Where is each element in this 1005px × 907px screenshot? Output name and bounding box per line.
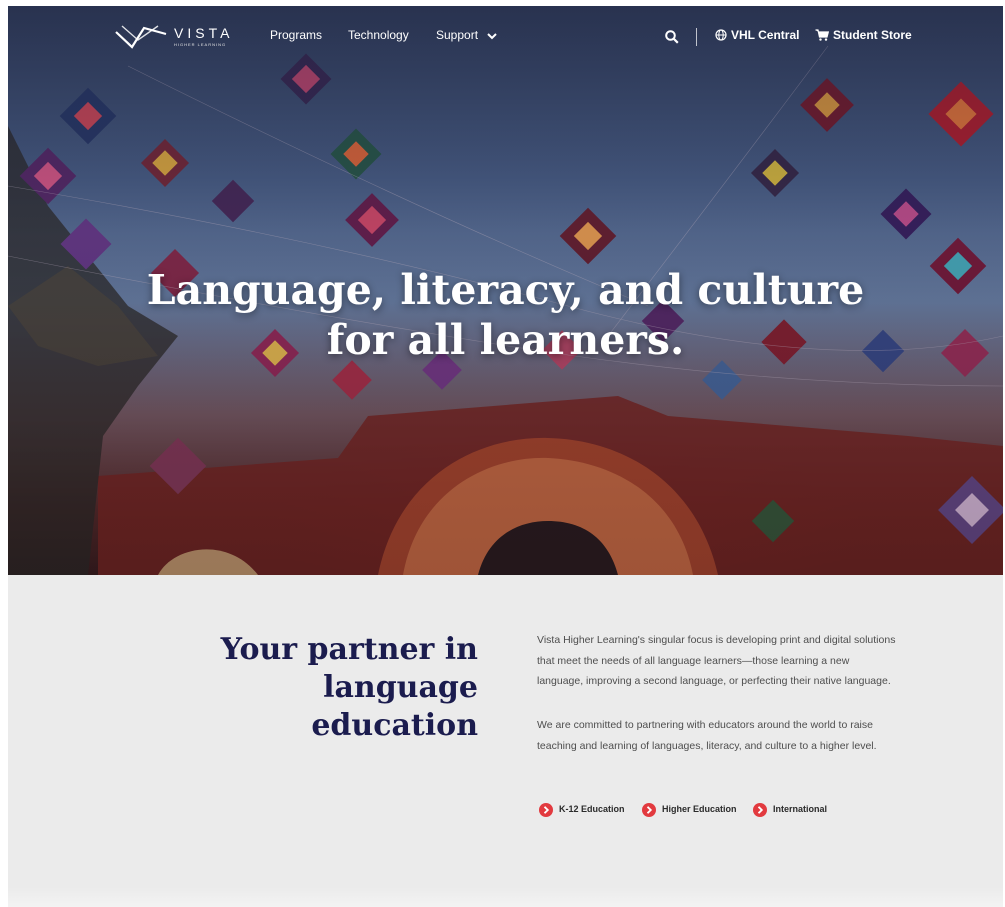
hero-title-line1: Language, literacy, and culture	[146, 266, 865, 315]
about-paragraph-2: We are committed to partnering with educ…	[537, 719, 877, 752]
student-store-label: Student Store	[833, 28, 912, 42]
about-paragraph-1: Vista Higher Learning's singular focus i…	[537, 634, 896, 687]
cart-icon	[815, 29, 830, 41]
globe-icon	[715, 29, 727, 41]
top-navbar: VISTA HIGHER LEARNING Programs Technolog…	[8, 6, 1003, 68]
nav-divider	[696, 28, 697, 46]
vhl-central-link[interactable]: VHL Central	[715, 28, 799, 42]
nav-programs[interactable]: Programs	[270, 28, 322, 42]
arrow-right-icon	[539, 803, 553, 817]
nav-support-label: Support	[436, 28, 479, 42]
international-label: International	[773, 804, 828, 814]
nav-support[interactable]: Support	[436, 28, 498, 42]
search-icon[interactable]	[665, 30, 679, 44]
vista-logo[interactable]: VISTA HIGHER LEARNING	[114, 22, 238, 54]
partner-heading-line2: language education	[311, 670, 478, 743]
logo-wordmark: VISTA	[174, 25, 234, 41]
hero-title: Language, literacy, and culture for all …	[8, 265, 1003, 365]
partner-heading: Your partner in language education	[148, 631, 478, 745]
k12-education-label: K-12 Education	[559, 804, 625, 814]
section-bottom-strip	[8, 887, 1003, 907]
arrow-right-icon	[642, 803, 656, 817]
higher-education-label: Higher Education	[662, 804, 737, 814]
hero-banner: VISTA HIGHER LEARNING Programs Technolog…	[8, 6, 1003, 575]
vista-logo-mark	[115, 25, 167, 49]
student-store-link[interactable]: Student Store	[815, 28, 912, 42]
vhl-central-label: VHL Central	[731, 28, 800, 42]
about-section: Your partner in language education Vista…	[8, 575, 1003, 907]
page: VISTA HIGHER LEARNING Programs Technolog…	[8, 6, 1003, 907]
logo-subtitle: HIGHER LEARNING	[174, 42, 227, 47]
arrow-right-icon	[753, 803, 767, 817]
chevron-down-icon	[487, 33, 498, 40]
partner-heading-line1: Your partner in	[220, 632, 478, 667]
hero-title-line2: for all learners.	[326, 316, 685, 365]
nav-technology[interactable]: Technology	[348, 28, 409, 42]
